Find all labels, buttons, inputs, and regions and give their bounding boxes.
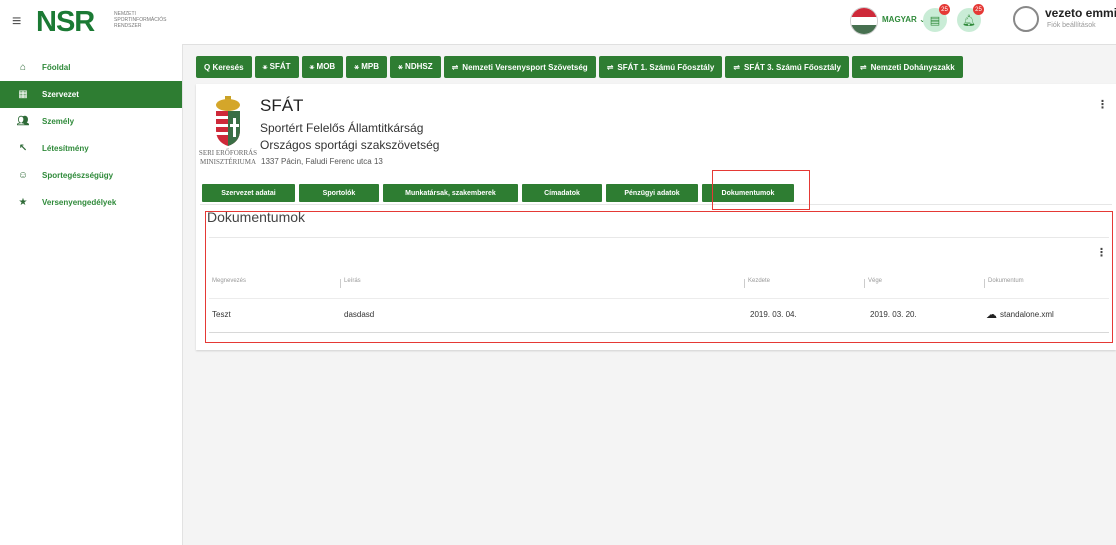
app-header: ≡ NSR NEMZETI SPORTINFORMÁCIÓS RENDSZER … — [0, 0, 1116, 45]
sidebar-item-competition-licenses[interactable]: ★ Versenyengedélyek — [0, 189, 182, 216]
org-address: 1337 Pácin, Faludi Ferenc utca 13 — [261, 157, 383, 166]
tab-athletes[interactable]: Sportolók — [299, 184, 379, 202]
link-icon: ⇌ — [859, 62, 867, 72]
tab-nemzeti-versenysport[interactable]: ⇌ Nemzeti Versenysport Szövetség — [443, 56, 596, 78]
tab-ndhsz[interactable]: ⚹ NDHSZ — [390, 56, 441, 78]
tab-staff[interactable]: Munkatársak, szakemberek — [383, 184, 518, 202]
org-full-name: Sportért Felelős Államtitkárság — [260, 121, 424, 135]
account-settings-link[interactable]: Fiók beállítások — [1047, 22, 1096, 29]
menu-icon[interactable]: ≡ — [12, 13, 21, 31]
sidebar-item-person[interactable]: 👥︎ Személy — [0, 108, 182, 135]
more-options-icon[interactable]: ⋮ — [1097, 98, 1108, 111]
tab-label: Nemzeti Dohányszakk — [870, 62, 955, 72]
messages-button[interactable]: ▤ 25 — [923, 4, 950, 32]
star-icon: ★ — [18, 197, 28, 208]
people-icon: 👥︎ — [16, 116, 30, 127]
link-icon: ⇌ — [451, 62, 459, 72]
hungarian-flag-icon[interactable] — [850, 7, 878, 35]
language-selector[interactable]: MAGYAR ⌄ — [882, 15, 926, 24]
smile-icon: ☺ — [17, 170, 29, 181]
tab-mob[interactable]: ⚹ MOB — [301, 56, 344, 78]
sidebar: ⌂ Főoldal ▦ Szervezet 👥︎ Személy ↖ Létes… — [0, 44, 183, 545]
facility-icon: ↖ — [18, 143, 28, 154]
sidebar-item-sports-health[interactable]: ☺ Sportegészségügy — [0, 162, 182, 189]
coat-of-arms-icon — [216, 96, 240, 146]
tab-sfat[interactable]: ⚹ SFÁT — [254, 56, 299, 78]
tab-label: SFÁT 1. Számú Főosztály — [617, 62, 715, 72]
tab-addresses[interactable]: Címadatok — [522, 184, 602, 202]
sidebar-item-label: Főoldal — [42, 63, 71, 72]
highlight-box-documents-table — [205, 211, 1113, 343]
highlight-box-documents-tab — [712, 170, 810, 210]
tab-label: Nemzeti Versenysport Szövetség — [462, 62, 588, 72]
tab-mpb[interactable]: ⚹ MPB — [346, 56, 388, 78]
notification-badge: 25 — [939, 4, 950, 15]
org-type: Országos sportági szakszövetség — [260, 138, 440, 152]
sidebar-item-label: Személy — [42, 117, 75, 126]
home-icon: ⌂ — [19, 62, 27, 73]
tab-search[interactable]: Q Keresés — [196, 56, 252, 78]
sidebar-item-label: Versenyengedélyek — [42, 198, 117, 207]
tab-sfat-1-fooszt[interactable]: ⇌ SFÁT 1. Számú Főosztály — [598, 56, 723, 78]
notification-badge: 25 — [973, 4, 984, 15]
tab-financial[interactable]: Pénzügyi adatok — [606, 184, 698, 202]
sidebar-item-label: Létesítmény — [42, 144, 89, 153]
sidebar-item-label: Sportegészségügy — [42, 171, 114, 180]
logo-subtitle: NEMZETI SPORTINFORMÁCIÓS RENDSZER — [114, 11, 167, 29]
org-short-name: SFÁT — [260, 96, 304, 115]
link-icon: ⇌ — [733, 62, 740, 72]
ministry-caption: SERI ERŐFORRÁS MINISZTÉRIUMA — [198, 149, 258, 166]
inbox-icon: ▤ — [929, 14, 941, 27]
tab-label: SFÁT 3. Számú Főosztály — [744, 62, 841, 72]
link-icon: ⇌ — [606, 62, 614, 72]
tab-nemzeti-dohany[interactable]: ⇌ Nemzeti Dohányszakk — [851, 56, 963, 78]
user-name[interactable]: vezeto emmi — [1045, 6, 1116, 20]
org-sub-tabs: Szervezet adatai Sportolók Munkatársak, … — [202, 184, 798, 206]
tab-org-data[interactable]: Szervezet adatai — [202, 184, 295, 202]
open-tabs-strip: Q Keresés ⚹ SFÁT ⚹ MOB ⚹ MPB ⚹ NDHSZ ⇌ Ne… — [196, 56, 1116, 80]
avatar[interactable] — [1013, 6, 1039, 32]
divider — [200, 204, 1112, 205]
tab-sfat-3-fooszt[interactable]: ⇌ SFÁT 3. Számú Főosztály — [725, 56, 849, 78]
bell-icon: 🔔︎ — [962, 14, 976, 27]
sidebar-item-organization[interactable]: ▦ Szervezet — [0, 81, 182, 108]
sidebar-item-facility[interactable]: ↖ Létesítmény — [0, 135, 182, 162]
sidebar-item-label: Szervezet — [42, 90, 79, 99]
app-logo[interactable]: NSR — [36, 6, 95, 39]
building-icon: ▦ — [18, 89, 28, 100]
notifications-button[interactable]: 🔔︎ 25 — [957, 4, 984, 32]
sidebar-item-home[interactable]: ⌂ Főoldal — [0, 54, 182, 81]
